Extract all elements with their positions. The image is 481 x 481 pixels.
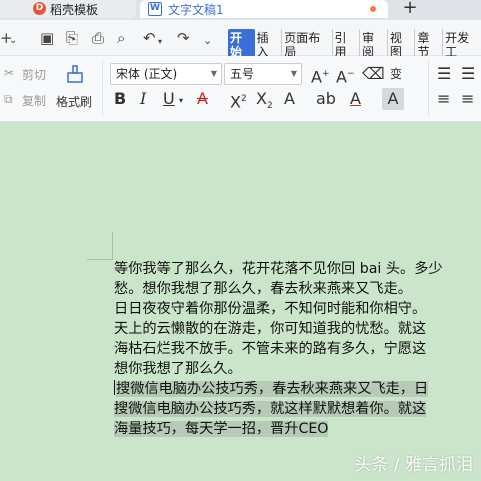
- underline-icon[interactable]: U: [163, 90, 175, 108]
- paragraph-line: 海枯石烂我不放手。不管未来的路有多久，宁愿这: [114, 341, 427, 357]
- selected-text: 搜微信电脑办公技巧秀，就这样默默想着你。就这: [114, 401, 427, 417]
- selected-text: 搜微信电脑办公技巧秀，春去秋来燕来又飞走，日: [116, 381, 429, 397]
- watermark: 头条 / 雅言抓泪: [354, 455, 473, 475]
- text-cursor: [114, 380, 115, 395]
- underline-dropdown-icon[interactable]: ▾: [179, 92, 183, 110]
- highlight-icon[interactable]: ab: [316, 90, 336, 108]
- italic-icon[interactable]: I: [140, 90, 146, 108]
- paragraph-line: 日日夜夜守着你那份温柔，不知何时能和你相守。: [114, 301, 427, 317]
- font-size-select[interactable]: 五号 ▼: [224, 63, 302, 85]
- undo-icon[interactable]: ↶: [143, 31, 156, 46]
- subscript-icon[interactable]: X2: [256, 89, 273, 115]
- save-icon[interactable]: ▣: [40, 31, 54, 46]
- chevron-down-icon: ▼: [290, 69, 297, 78]
- margin-corner-mark: [112, 232, 113, 260]
- tab-daoke-templates[interactable]: D 稻壳模板: [0, 0, 136, 18]
- quick-toolbar: + ⌄ ▣ ⎘ ⎙ ⌕ ↶ ▾ ↷ ⌄ 开始 插入 页面布局 引用 审阅 视图 …: [0, 20, 481, 61]
- strikethrough-icon[interactable]: A: [197, 90, 208, 108]
- ribbon-separator: [102, 60, 103, 116]
- selected-line: 海量技巧，每天学一招，晋升CEO: [114, 419, 481, 439]
- text-effect-icon[interactable]: A: [284, 90, 295, 108]
- paragraph-line: 天上的云懒散的在游走，你可知道我的忧愁。就这: [114, 321, 427, 337]
- cut-icon[interactable]: ✂: [4, 66, 14, 80]
- pinyin-guide-icon[interactable]: 变: [390, 65, 402, 83]
- paragraph-line: 想你我想了那么久。: [114, 361, 242, 377]
- ribbon: ✂ 剪切 ⧉ 复制 格式刷 宋体 (正文) ▼ 五号 ▼ A+ A− ⌫ 变 ☰…: [0, 56, 481, 122]
- tab-document-label: 文字文稿1: [168, 2, 224, 17]
- cut-button[interactable]: 剪切: [22, 66, 46, 83]
- writer-logo-icon: W: [148, 2, 162, 16]
- export-icon[interactable]: ⎘: [66, 31, 78, 46]
- character-shading-icon[interactable]: A: [382, 88, 404, 110]
- undo-dropdown-icon[interactable]: ▾: [158, 34, 162, 49]
- superscript-icon[interactable]: X2: [230, 90, 247, 111]
- document-canvas[interactable]: 等你我等了那么久，花开花落不见你回 bai 头。多少 愁。想你我想了那么久，春去…: [0, 144, 481, 481]
- selected-line: 搜微信电脑办公技巧秀，就这样默默想着你。就这: [114, 399, 481, 419]
- chevron-down-icon: ▼: [210, 69, 217, 78]
- clear-format-icon[interactable]: ⌫: [362, 65, 385, 83]
- align-left-icon[interactable]: ≡: [437, 90, 450, 108]
- paragraph-line: 等你我等了那么久，花开花落不见你回 bai 头。多少: [114, 261, 443, 277]
- decrease-font-icon[interactable]: A−: [336, 65, 355, 86]
- copy-button[interactable]: 复制: [22, 92, 46, 109]
- align-center-icon[interactable]: ≡: [461, 90, 474, 108]
- bold-icon[interactable]: B: [114, 90, 126, 108]
- paragraph-line: 愁。想你我想了那么久，春去秋来燕来又飞走。: [114, 281, 412, 297]
- redo-icon[interactable]: ↷: [177, 31, 190, 46]
- font-color-icon[interactable]: A: [350, 90, 361, 108]
- tab-daoke-label: 稻壳模板: [50, 2, 99, 17]
- selected-text: 海量技巧，每天学一招，晋升CEO: [114, 421, 329, 437]
- daoke-logo-icon: D: [33, 2, 46, 15]
- format-painter-button[interactable]: 格式刷: [56, 93, 92, 110]
- more-icon[interactable]: ⌄: [203, 33, 212, 48]
- unsaved-dot-icon: [370, 6, 376, 12]
- format-painter-icon[interactable]: [64, 64, 86, 84]
- print-preview-icon[interactable]: ⌕: [117, 31, 125, 46]
- font-name-value: 宋体 (正文): [116, 67, 178, 81]
- font-size-value: 五号: [230, 67, 255, 81]
- document-body[interactable]: 等你我等了那么久，花开花落不见你回 bai 头。多少 愁。想你我想了那么久，春去…: [114, 259, 481, 439]
- margin-corner-mark: [87, 259, 113, 260]
- tab-document[interactable]: W 文字文稿1: [140, 0, 388, 18]
- print-icon[interactable]: ⎙: [92, 31, 104, 46]
- new-tab-button[interactable]: +: [398, 0, 422, 18]
- tab-bar: D 稻壳模板 W 文字文稿1 +: [0, 0, 481, 20]
- chevron-down-icon[interactable]: ⌄: [9, 33, 17, 48]
- copy-icon[interactable]: ⧉: [4, 92, 13, 107]
- increase-font-icon[interactable]: A+: [311, 65, 330, 86]
- font-name-select[interactable]: 宋体 (正文) ▼: [110, 63, 222, 85]
- selected-line: 搜微信电脑办公技巧秀，春去秋来燕来又飞走，日: [114, 379, 481, 399]
- ribbon-separator: [428, 60, 429, 116]
- bullet-list-icon[interactable]: ☰: [437, 65, 451, 83]
- numbered-list-icon[interactable]: ☰: [461, 65, 475, 83]
